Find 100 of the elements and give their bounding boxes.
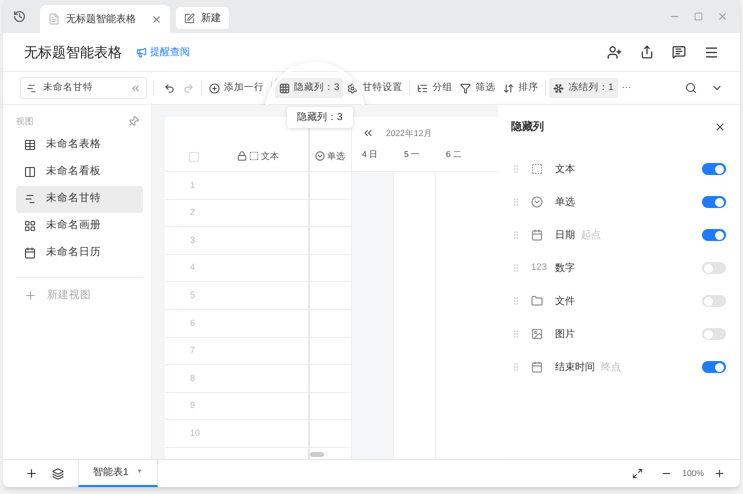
gantt-icon bbox=[26, 82, 37, 94]
maximize-icon[interactable] bbox=[694, 12, 703, 21]
column-header[interactable]: 文本 bbox=[261, 150, 279, 163]
toggle-switch[interactable] bbox=[702, 163, 726, 175]
field-name: 结束时间 bbox=[555, 360, 595, 374]
view-item[interactable]: 未命名甘特 bbox=[16, 186, 143, 213]
row-number: 2 bbox=[190, 206, 196, 220]
document-title: 无标题智能表格 bbox=[24, 42, 122, 62]
day-label: 5 一 bbox=[404, 148, 422, 160]
letter-box-icon bbox=[249, 151, 259, 162]
number-type-icon: 123 bbox=[531, 260, 547, 276]
view-selector[interactable]: 未命名甘特 bbox=[20, 77, 147, 99]
drag-handle-icon[interactable] bbox=[511, 164, 521, 174]
list-icon bbox=[417, 82, 428, 94]
zoom-level: 100% bbox=[682, 467, 704, 480]
filter-icon bbox=[460, 82, 472, 94]
drag-handle-icon[interactable] bbox=[511, 329, 521, 339]
calendar-icon bbox=[531, 229, 543, 241]
field-name: 单选 bbox=[555, 196, 575, 210]
row-number: 5 bbox=[190, 288, 196, 302]
snowflake-icon bbox=[553, 82, 564, 94]
column-header[interactable]: 单选 bbox=[326, 150, 345, 163]
fit-screen-icon[interactable] bbox=[632, 468, 644, 479]
field-name: 图片 bbox=[555, 328, 575, 342]
megaphone-icon bbox=[136, 46, 147, 58]
plus-circle-icon bbox=[209, 82, 220, 94]
hidden-button[interactable]: 隐藏列：3 bbox=[275, 78, 344, 98]
row-number: 6 bbox=[190, 316, 196, 330]
field-name: 日期 bbox=[555, 228, 575, 242]
frozen-button[interactable]: 冻结列：1 bbox=[549, 78, 618, 98]
field-name: 文本 bbox=[555, 162, 575, 176]
letter-box-icon bbox=[531, 163, 543, 175]
plus-icon bbox=[24, 289, 37, 302]
history-icon[interactable] bbox=[13, 10, 26, 23]
sort-icon bbox=[503, 82, 514, 94]
menu-icon[interactable] bbox=[704, 44, 719, 60]
calendar-icon bbox=[24, 247, 36, 260]
row-number: 3 bbox=[190, 234, 196, 247]
row-number: 7 bbox=[190, 344, 196, 358]
drag-handle-icon[interactable] bbox=[511, 362, 521, 372]
toggle-switch[interactable] bbox=[702, 262, 726, 274]
drag-handle-icon[interactable] bbox=[511, 230, 521, 240]
close-icon[interactable] bbox=[714, 121, 726, 134]
row-number: 10 bbox=[190, 426, 200, 440]
document-icon bbox=[48, 13, 60, 25]
drag-handle-icon[interactable] bbox=[511, 296, 521, 306]
dropdown-circle-icon bbox=[314, 151, 325, 162]
image-icon bbox=[531, 328, 543, 340]
drag-handle-icon[interactable] bbox=[511, 197, 521, 207]
view-item[interactable]: 未命名日历 bbox=[16, 240, 143, 267]
redo-icon bbox=[183, 82, 194, 94]
table-icon bbox=[24, 139, 36, 152]
add-user-icon[interactable] bbox=[607, 44, 622, 60]
document-tab[interactable]: 新建 bbox=[176, 7, 229, 29]
gear-icon bbox=[347, 82, 358, 94]
folder-icon bbox=[531, 295, 543, 307]
section-heading: 视图 bbox=[16, 115, 34, 128]
add-sheet-icon[interactable] bbox=[25, 467, 38, 480]
day-label: 6 二 bbox=[446, 148, 464, 160]
field-note: 终点 bbox=[601, 360, 621, 374]
undo-icon bbox=[164, 82, 175, 94]
dropdown-circle-icon bbox=[531, 196, 543, 208]
scrollbar-thumb[interactable] bbox=[310, 452, 324, 457]
drag-handle-icon[interactable] bbox=[511, 263, 521, 273]
remind-link[interactable]: 提醒查阅 bbox=[136, 44, 190, 60]
edit-icon bbox=[184, 12, 195, 24]
field-name: 数字 bbox=[555, 262, 575, 276]
filter-button[interactable]: 筛选 bbox=[456, 78, 500, 98]
month-label: 2022年12月 bbox=[386, 127, 432, 140]
toggle-switch[interactable] bbox=[702, 328, 726, 340]
columns-icon bbox=[24, 166, 36, 178]
select-all-checkbox[interactable] bbox=[189, 152, 199, 162]
comment-icon[interactable] bbox=[672, 45, 686, 59]
toggle-switch[interactable] bbox=[702, 295, 726, 307]
group-button[interactable]: 分组 bbox=[413, 78, 456, 98]
gantt-icon bbox=[24, 193, 36, 206]
grid-icon bbox=[24, 220, 36, 232]
grid-icon bbox=[279, 82, 290, 94]
view-item[interactable]: 未命名画册 bbox=[16, 212, 143, 240]
share-icon[interactable] bbox=[640, 45, 654, 59]
close-icon[interactable] bbox=[151, 14, 162, 24]
search-icon[interactable] bbox=[685, 82, 697, 94]
row-number: 4 bbox=[190, 261, 196, 274]
field-name: 文件 bbox=[555, 294, 575, 308]
view-item[interactable]: 未命名表格 bbox=[16, 132, 143, 159]
zoom-in-icon[interactable] bbox=[714, 468, 725, 479]
row-number: 9 bbox=[190, 399, 196, 412]
document-tab[interactable]: 无标题智能表格 bbox=[40, 5, 170, 33]
sort-button[interactable]: 排序 bbox=[499, 78, 542, 98]
toggle-switch[interactable] bbox=[702, 361, 726, 373]
toggle-switch[interactable] bbox=[702, 196, 726, 208]
panel-title: 隐藏列 bbox=[511, 120, 544, 135]
more-button[interactable]: ··· bbox=[618, 78, 636, 98]
calendar-icon bbox=[531, 361, 543, 373]
row-number: 8 bbox=[190, 372, 196, 385]
field-note: 起点 bbox=[581, 228, 601, 242]
view-item[interactable]: 未命名看板 bbox=[16, 158, 143, 186]
toggle-switch[interactable] bbox=[702, 229, 726, 241]
layers-icon[interactable] bbox=[52, 468, 64, 480]
row-number: 1 bbox=[190, 178, 196, 192]
